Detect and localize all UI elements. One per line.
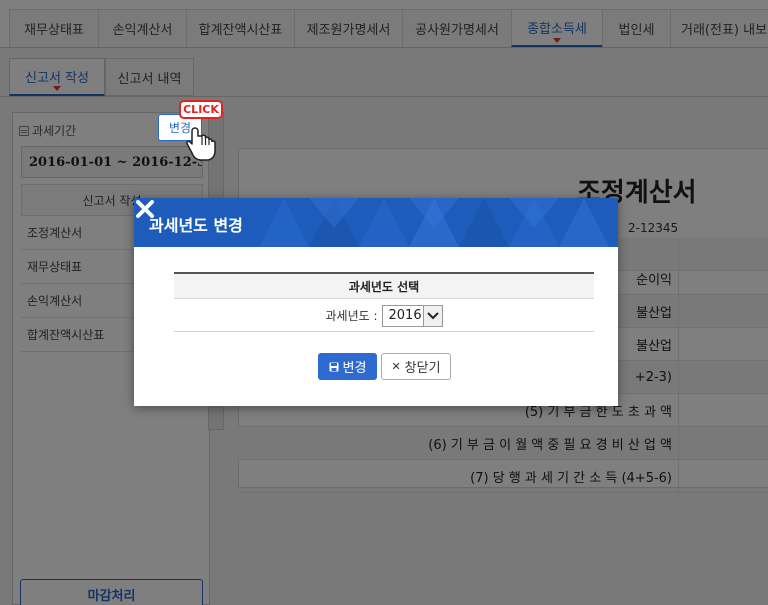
pointer-hand-icon <box>186 127 216 161</box>
year-select-value: 2016 <box>388 308 422 323</box>
table-header: 과세년도 선택 <box>174 274 594 299</box>
close-icon[interactable] <box>134 198 156 220</box>
year-field-label: 과세년도 : <box>325 309 378 323</box>
modal-title: 과세년도 변경 <box>149 216 243 235</box>
confirm-label: 변경 <box>342 361 367 376</box>
save-icon <box>329 362 339 371</box>
modal-header: 과세년도 변경 <box>134 198 618 247</box>
click-badge: CLICK <box>179 100 223 119</box>
year-select-row: 과세년도 : 2016 <box>174 299 594 332</box>
year-select-table: 과세년도 선택 과세년도 : 2016 <box>174 272 594 332</box>
year-select[interactable]: 2016 <box>381 304 443 327</box>
cancel-label: 창닫기 <box>404 361 441 376</box>
chevron-down-icon <box>422 305 442 326</box>
x-icon: ✕ <box>391 360 401 373</box>
close-window-button[interactable]: ✕ 창닫기 <box>381 353 451 380</box>
confirm-change-button[interactable]: 변경 <box>318 353 377 380</box>
change-year-modal: 과세년도 변경 과세년도 선택 과세년도 : 2016 변경 ✕ 창닫기 <box>134 198 618 406</box>
